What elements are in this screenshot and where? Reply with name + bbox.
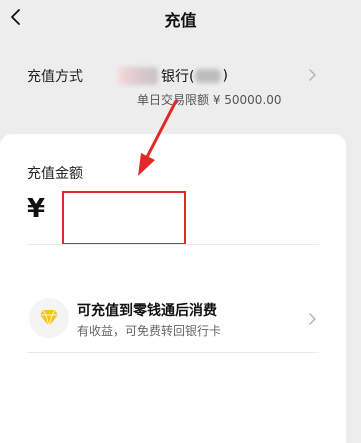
payment-method-row[interactable]: 充值方式 银行( ) 单日交易限额 ¥ 50000.00 [0, 50, 361, 120]
bank-name-end: ) [222, 68, 228, 84]
amount-input[interactable] [62, 191, 186, 245]
change-pocket-promo-row[interactable]: 可充值到零钱通后消费 有收益，可免费转回银行卡 [27, 286, 319, 352]
top-bar: 充值 [0, 0, 361, 36]
page-title: 充值 [164, 11, 197, 30]
diamond-icon [40, 309, 58, 327]
daily-limit-text: 单日交易限额 ¥ 50000.00 [137, 93, 282, 107]
divider [27, 244, 319, 245]
diamond-icon-badge [29, 298, 69, 338]
promo-title: 可充值到零钱通后消费 [77, 303, 217, 319]
redacted-bank-prefix [118, 67, 158, 85]
amount-label: 充值金额 [27, 166, 83, 182]
currency-symbol: ¥ [27, 194, 46, 224]
payment-method-label: 充值方式 [27, 69, 83, 85]
chevron-right-icon [309, 69, 316, 81]
bank-name-middle: 银行( [161, 69, 195, 85]
chevron-right-icon [309, 313, 316, 325]
bank-name: 银行( ) [118, 66, 228, 86]
promo-subtitle: 有收益，可免费转回银行卡 [77, 324, 222, 338]
redacted-card-number [195, 69, 222, 83]
divider [27, 352, 319, 353]
